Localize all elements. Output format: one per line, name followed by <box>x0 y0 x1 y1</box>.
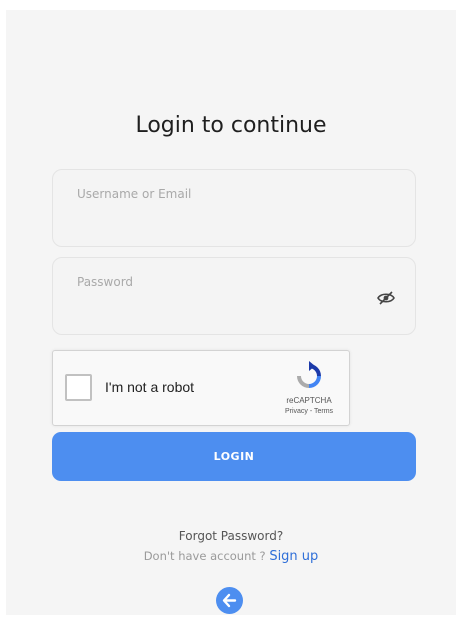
signup-prompt: Don't have account ? <box>143 549 270 563</box>
signup-line: Don't have account ? Sign up <box>6 549 456 564</box>
arrow-left-icon <box>222 593 237 608</box>
password-field[interactable]: Password <box>52 257 416 335</box>
recaptcha-privacy-link[interactable]: Privacy <box>285 408 308 415</box>
username-field[interactable]: Username or Email <box>52 169 416 247</box>
username-input[interactable] <box>53 170 415 246</box>
page-title: Login to continue <box>135 113 327 138</box>
recaptcha-label: I'm not a robot <box>105 379 195 395</box>
login-panel: Login to continue Username or Email Pass… <box>6 10 456 615</box>
recaptcha-logo-icon <box>293 360 325 392</box>
eye-slash-icon[interactable] <box>377 290 395 305</box>
recaptcha-checkbox[interactable] <box>65 374 92 401</box>
recaptcha-links: Privacy - Terms <box>273 408 345 415</box>
recaptcha-widget: I'm not a robot reCAPTCHA Privacy - Term… <box>52 350 350 426</box>
password-input[interactable] <box>53 258 415 334</box>
signup-link[interactable]: Sign up <box>269 549 318 564</box>
login-button[interactable]: LOGIN <box>52 432 416 481</box>
recaptcha-brand: reCAPTCHA <box>286 396 332 405</box>
recaptcha-terms-link[interactable]: Terms <box>314 408 333 415</box>
forgot-password-link[interactable]: Forgot Password? <box>6 529 456 543</box>
back-button[interactable] <box>216 587 243 614</box>
